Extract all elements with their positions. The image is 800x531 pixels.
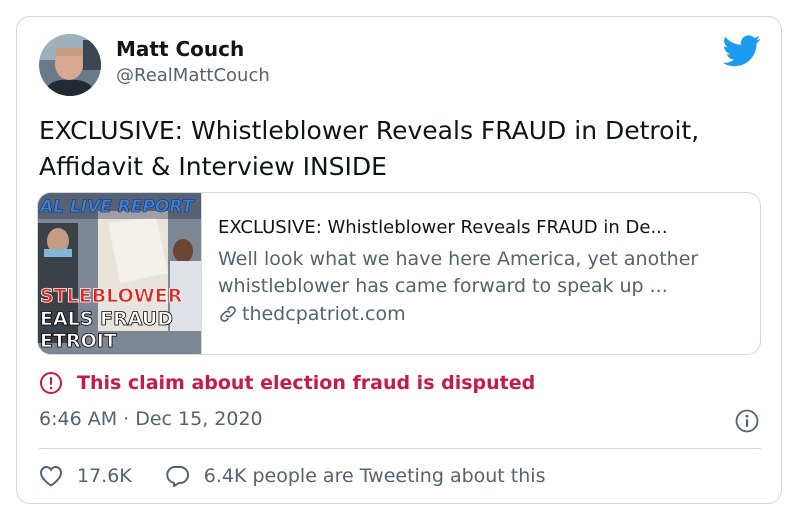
disputed-claim-notice[interactable]: This claim about election fraud is dispu… — [39, 371, 535, 395]
link-card-title: EXCLUSIVE: Whistleblower Reveals FRAUD i… — [218, 217, 668, 238]
link-thumbnail: AL LIVE REPORT STLEBLOWER EALS FRAUD ETR… — [38, 193, 202, 354]
link-preview-card[interactable]: AL LIVE REPORT STLEBLOWER EALS FRAUD ETR… — [37, 192, 761, 355]
thumb-line3-text: ETROIT — [40, 330, 117, 352]
conversation-label: 6.4K people are Tweeting about this — [203, 465, 546, 487]
disputed-claim-text: This claim about election fraud is dispu… — [77, 372, 536, 394]
tweet-actions: 17.6K 6.4K people are Tweeting about thi… — [39, 464, 545, 488]
thumb-line1-text: STLEBLOWER — [40, 285, 183, 307]
divider — [39, 448, 761, 449]
twitter-bird-icon[interactable] — [722, 35, 761, 67]
like-count: 17.6K — [77, 465, 132, 487]
speech-bubble-icon — [166, 466, 189, 487]
heart-icon — [39, 465, 63, 487]
thumb-line2-text: EALS FRAUD — [40, 308, 173, 330]
conversation-button[interactable]: 6.4K people are Tweeting about this — [164, 464, 546, 488]
link-icon — [220, 306, 236, 322]
thumb-banner-text: AL LIVE REPORT — [38, 197, 195, 217]
link-card-domain: thedcpatriot.com — [218, 303, 406, 325]
tweet-card: Matt Couch @RealMattCouch EXCLUSIVE: Whi… — [16, 16, 782, 504]
author-display-name[interactable]: Matt Couch — [116, 37, 244, 61]
like-button[interactable]: 17.6K — [39, 465, 132, 487]
avatar-photo — [39, 34, 101, 96]
link-card-description: Well look what we have here America, yet… — [218, 248, 699, 297]
tweet-timestamp[interactable]: 6:46 AM · Dec 15, 2020 — [39, 408, 263, 430]
info-icon[interactable] — [735, 409, 759, 433]
tweet-text: EXCLUSIVE: Whistleblower Reveals FRAUD i… — [39, 116, 700, 181]
author-handle[interactable]: @RealMattCouch — [116, 65, 270, 86]
author-avatar[interactable] — [39, 34, 101, 96]
link-card-domain-text: thedcpatriot.com — [242, 303, 406, 325]
alert-circle-icon — [40, 372, 62, 394]
